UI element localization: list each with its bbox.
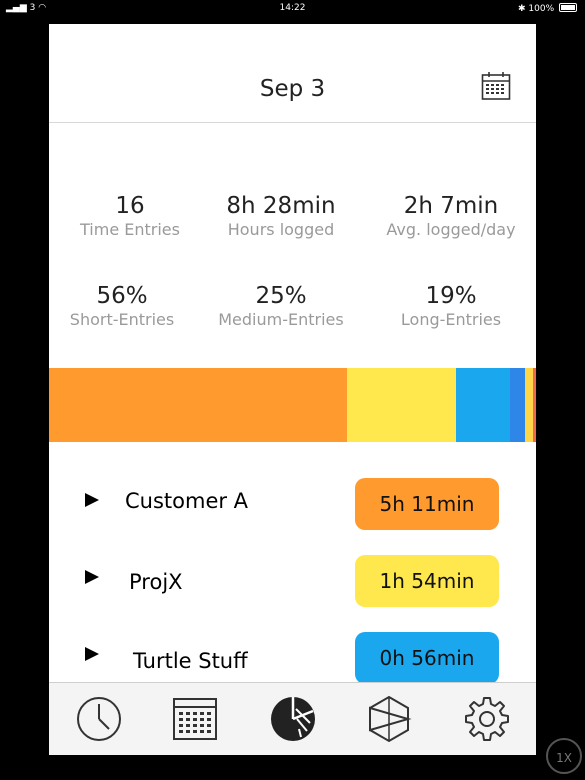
stat-value: 2h 7min [403, 193, 499, 219]
stat-label: Hours logged [227, 220, 335, 239]
distribution-segment [524, 368, 533, 442]
battery-indicator: ✱ 100% [518, 3, 577, 14]
stat-value: 16 [115, 193, 145, 219]
tab-statistics[interactable] [269, 695, 317, 743]
tab-start-timer[interactable] [365, 695, 413, 743]
project-row-turtle-stuff[interactable]: Turtle Stuff 0h 56min [49, 632, 536, 684]
project-distribution-bar [49, 368, 536, 442]
stat-time-entries: 16 Time Entries [49, 192, 211, 240]
project-name: Turtle Stuff [133, 649, 248, 673]
expand-arrow-icon[interactable] [85, 647, 99, 661]
project-row-projx[interactable]: ProjX 1h 54min [49, 555, 536, 607]
play-hexagon-icon [369, 695, 412, 743]
battery-icon [559, 3, 577, 12]
distribution-segment [49, 368, 347, 442]
stat-medium-entries: 25% Medium-Entries [200, 282, 362, 330]
app-screen: Sep 3 16 Time Entries 8h 28min Hours log… [49, 24, 536, 755]
status-time: 14:22 [279, 3, 306, 13]
project-name: ProjX [129, 570, 183, 594]
stat-long-entries: 19% Long-Entries [370, 282, 532, 330]
tab-settings[interactable] [463, 695, 511, 743]
project-duration-badge: 0h 56min [355, 632, 499, 684]
stat-value: 56% [96, 283, 148, 309]
tab-bar [49, 682, 536, 755]
stat-label: Time Entries [80, 220, 180, 239]
stat-label: Avg. logged/day [386, 220, 516, 239]
distribution-segment [532, 368, 536, 442]
date-title: Sep 3 [259, 76, 326, 102]
stat-short-entries: 56% Short-Entries [49, 282, 203, 330]
battery-percent: 100% [528, 4, 555, 14]
status-bar: ▂▄▆ 3 ◠ 14:22 ✱ 100% [0, 0, 585, 18]
project-row-customer-a[interactable]: Customer A 5h 11min [49, 478, 536, 530]
distribution-segment [509, 368, 525, 442]
stat-avg-logged: 2h 7min Avg. logged/day [370, 192, 532, 240]
expand-arrow-icon[interactable] [85, 493, 99, 507]
stat-value: 25% [255, 283, 307, 309]
stat-value: 8h 28min [226, 193, 336, 219]
tab-timer[interactable] [75, 695, 123, 743]
bluetooth-icon: ✱ [517, 4, 526, 14]
gear-icon [465, 697, 509, 741]
tab-calendar[interactable] [171, 695, 219, 743]
pie-chart-icon [271, 697, 315, 741]
stat-label: Long-Entries [400, 310, 502, 329]
distribution-segment [456, 368, 510, 442]
zoom-1x-button[interactable]: 1X [546, 738, 582, 774]
calendar-icon [481, 72, 511, 100]
project-duration-badge: 1h 54min [355, 555, 499, 607]
stat-label: Medium-Entries [218, 310, 344, 329]
project-name: Customer A [125, 489, 249, 513]
clock-icon [77, 697, 121, 741]
project-duration-badge: 5h 11min [355, 478, 499, 530]
calendar-button[interactable] [481, 71, 511, 101]
stat-label: Short-Entries [69, 310, 175, 329]
stat-value: 19% [425, 283, 477, 309]
distribution-segment [346, 368, 457, 442]
header: Sep 3 [49, 24, 536, 123]
expand-arrow-icon[interactable] [85, 570, 99, 584]
stat-hours-logged: 8h 28min Hours logged [200, 192, 362, 240]
calendar-grid-icon [173, 698, 217, 740]
